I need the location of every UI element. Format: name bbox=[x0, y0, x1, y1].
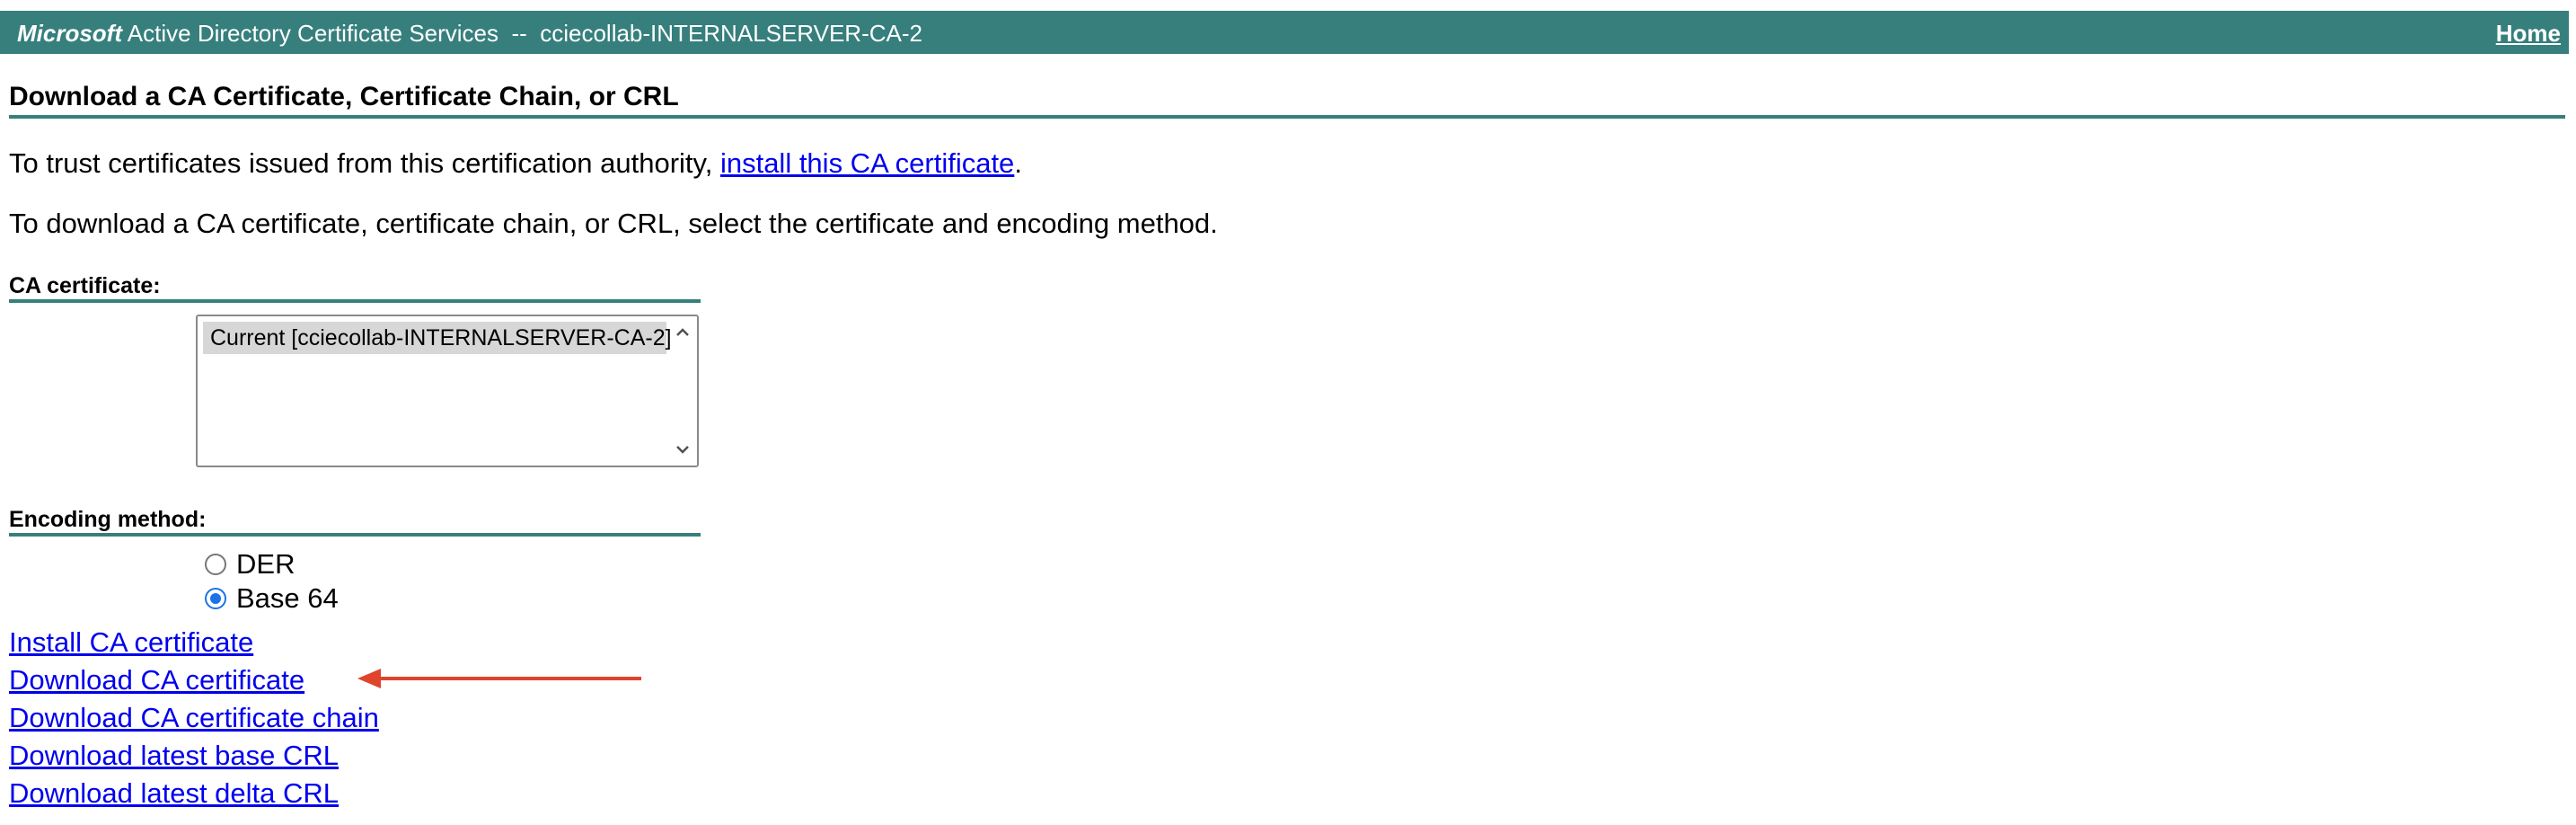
red-arrow-icon bbox=[357, 669, 641, 688]
listbox-scrollbar[interactable] bbox=[670, 318, 695, 464]
install-ca-certificate-link[interactable]: Install CA certificate bbox=[9, 626, 253, 659]
app-subtitle: Active Directory Certificate Services --… bbox=[122, 20, 922, 47]
download-latest-delta-crl-link[interactable]: Download latest delta CRL bbox=[9, 777, 339, 810]
header-bar: Microsoft Active Directory Certificate S… bbox=[0, 11, 2569, 54]
ca-certificate-label: CA certificate: bbox=[9, 273, 161, 298]
home-link[interactable]: Home bbox=[2496, 20, 2561, 48]
ca-certificate-option[interactable]: Current [cciecollab-INTERNALSERVER-CA-2] bbox=[203, 322, 672, 354]
der-radio[interactable] bbox=[205, 554, 226, 575]
page-title: Download a CA Certificate, Certificate C… bbox=[9, 82, 679, 111]
title-divider bbox=[9, 115, 2565, 119]
install-ca-inline-link[interactable]: install this CA certificate bbox=[720, 147, 1014, 179]
download-ca-certificate-chain-link[interactable]: Download CA certificate chain bbox=[9, 702, 379, 734]
base64-radio-label: Base 64 bbox=[236, 582, 339, 614]
chevron-down-icon[interactable] bbox=[674, 440, 692, 458]
encoding-method-divider bbox=[9, 533, 701, 537]
app-title: Microsoft Active Directory Certificate S… bbox=[17, 20, 922, 48]
trust-text: To trust certificates issued from this c… bbox=[9, 147, 720, 179]
instructions-text: To download a CA certificate, certificat… bbox=[9, 208, 1218, 239]
base64-radio[interactable] bbox=[205, 588, 226, 609]
chevron-up-icon[interactable] bbox=[674, 324, 692, 342]
der-radio-label: DER bbox=[236, 548, 296, 580]
ca-certificate-divider bbox=[9, 299, 701, 303]
encoding-method-label: Encoding method: bbox=[9, 507, 207, 532]
download-latest-base-crl-link[interactable]: Download latest base CRL bbox=[9, 740, 339, 772]
brand-name: Microsoft bbox=[17, 20, 122, 47]
trust-suffix: . bbox=[1014, 147, 1022, 179]
download-ca-certificate-link[interactable]: Download CA certificate bbox=[9, 664, 304, 696]
ca-certificate-listbox[interactable]: Current [cciecollab-INTERNALSERVER-CA-2] bbox=[196, 315, 699, 467]
trust-paragraph: To trust certificates issued from this c… bbox=[9, 147, 1022, 180]
